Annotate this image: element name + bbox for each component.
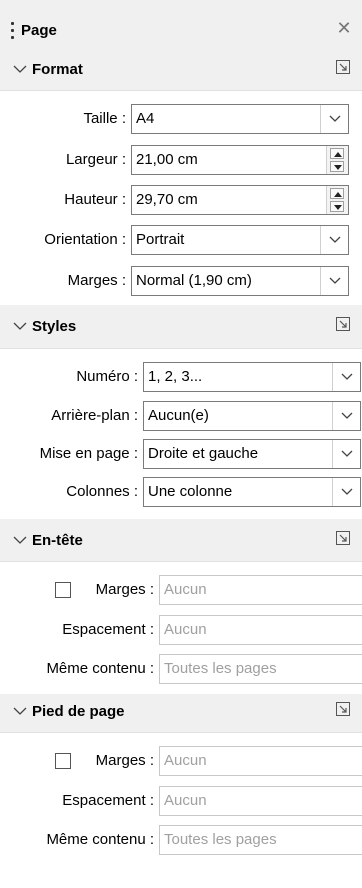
section-title-format: Format: [32, 61, 83, 78]
orientation-value: Portrait: [136, 231, 185, 248]
footer-margins-value: Aucun: [164, 752, 207, 769]
chevron-down-icon: [13, 707, 27, 715]
width-value: 21,00 cm: [136, 151, 198, 168]
width-spinbox[interactable]: 21,00 cm: [131, 145, 349, 175]
background-label: Arrière-plan :: [51, 407, 138, 424]
chevron-down-icon[interactable]: [332, 402, 360, 430]
width-spin-buttons[interactable]: [326, 146, 348, 174]
section-title-header: En-tête: [32, 532, 83, 549]
panel-titlebar: Page ✕: [0, 0, 362, 52]
more-options-icon[interactable]: [336, 60, 350, 74]
footer-spacing-dropdown[interactable]: Aucun: [159, 786, 362, 816]
more-options-icon[interactable]: [336, 531, 350, 545]
size-label: Taille :: [83, 110, 126, 127]
section-body-format: Taille : A4 Largeur : 21,00 cm Hauteur :…: [0, 90, 362, 305]
footer-spacing-label: Espacement :: [62, 792, 154, 809]
height-label: Hauteur :: [64, 191, 126, 208]
chevron-down-icon: [13, 536, 27, 544]
margins-dropdown[interactable]: Normal (1,90 cm): [131, 266, 349, 296]
size-dropdown[interactable]: A4: [131, 104, 349, 134]
more-options-icon[interactable]: [336, 317, 350, 331]
orientation-label: Orientation :: [44, 231, 126, 248]
page-sidebar-panel: Page ✕ Format Taille : A4 Largeur : 21,0…: [0, 0, 362, 888]
section-header-styles[interactable]: Styles: [0, 309, 362, 347]
layout-dropdown[interactable]: Droite et gauche: [143, 439, 361, 469]
footer-same-content-label: Même contenu :: [46, 831, 154, 848]
section-header-header[interactable]: En-tête: [0, 523, 362, 561]
footer-same-content-dropdown[interactable]: Toutes les pages: [159, 825, 362, 855]
height-spin-buttons[interactable]: [326, 186, 348, 214]
number-dropdown[interactable]: 1, 2, 3...: [143, 362, 361, 392]
header-same-content-label: Même contenu :: [46, 660, 154, 677]
chevron-down-icon: [13, 322, 27, 330]
footer-margins-dropdown[interactable]: Aucun: [159, 746, 362, 776]
footer-same-content-value: Toutes les pages: [164, 831, 277, 848]
margins-value: Normal (1,90 cm): [136, 272, 252, 289]
panel-title: Page: [21, 22, 57, 39]
header-same-content-value: Toutes les pages: [164, 660, 277, 677]
width-label: Largeur :: [65, 151, 126, 168]
chevron-down-icon[interactable]: [332, 363, 360, 391]
header-spacing-dropdown[interactable]: Aucun: [159, 615, 362, 645]
more-options-icon[interactable]: [336, 702, 350, 716]
spin-up-icon[interactable]: [330, 188, 344, 199]
section-body-styles: Numéro : 1, 2, 3... Arrière-plan : Aucun…: [0, 348, 362, 519]
number-value: 1, 2, 3...: [148, 368, 203, 385]
layout-label: Mise en page :: [39, 445, 138, 462]
columns-value: Une colonne: [148, 483, 233, 500]
header-margins-dropdown[interactable]: Aucun: [159, 575, 362, 605]
layout-value: Droite et gauche: [148, 445, 259, 462]
section-header-footer[interactable]: Pied de page: [0, 694, 362, 732]
number-label: Numéro :: [76, 368, 138, 385]
columns-dropdown[interactable]: Une colonne: [143, 477, 361, 507]
chevron-down-icon[interactable]: [332, 478, 360, 506]
chevron-down-icon[interactable]: [320, 267, 348, 295]
size-value: A4: [136, 110, 155, 127]
chevron-down-icon[interactable]: [320, 226, 348, 254]
drag-grip-icon[interactable]: [10, 22, 14, 40]
header-margins-label: Marges :: [95, 581, 154, 598]
chevron-down-icon[interactable]: [332, 440, 360, 468]
footer-spacing-value: Aucun: [164, 792, 207, 809]
header-same-content-dropdown[interactable]: Toutes les pages: [159, 654, 362, 684]
spin-down-icon[interactable]: [330, 161, 344, 172]
header-margins-value: Aucun: [164, 581, 207, 598]
section-body-header: Marges : Aucun Espacement : Aucun Même c…: [0, 561, 362, 694]
spin-down-icon[interactable]: [330, 201, 344, 212]
footer-margins-label: Marges :: [95, 752, 154, 769]
height-spinbox[interactable]: 29,70 cm: [131, 185, 349, 215]
section-body-footer: Marges : Aucun Espacement : Aucun Même c…: [0, 732, 362, 888]
close-icon[interactable]: ✕: [334, 18, 354, 38]
chevron-down-icon: [13, 65, 27, 73]
header-spacing-label: Espacement :: [62, 621, 154, 638]
header-spacing-value: Aucun: [164, 621, 207, 638]
section-title-footer: Pied de page: [32, 703, 125, 720]
background-value: Aucun(e): [148, 407, 209, 424]
section-title-styles: Styles: [32, 318, 77, 335]
chevron-down-icon[interactable]: [320, 105, 348, 133]
height-value: 29,70 cm: [136, 191, 198, 208]
spin-up-icon[interactable]: [330, 148, 344, 159]
background-dropdown[interactable]: Aucun(e): [143, 401, 361, 431]
margins-label: Marges :: [67, 272, 126, 289]
section-header-format[interactable]: Format: [0, 52, 362, 90]
columns-label: Colonnes :: [66, 483, 138, 500]
orientation-dropdown[interactable]: Portrait: [131, 225, 349, 255]
